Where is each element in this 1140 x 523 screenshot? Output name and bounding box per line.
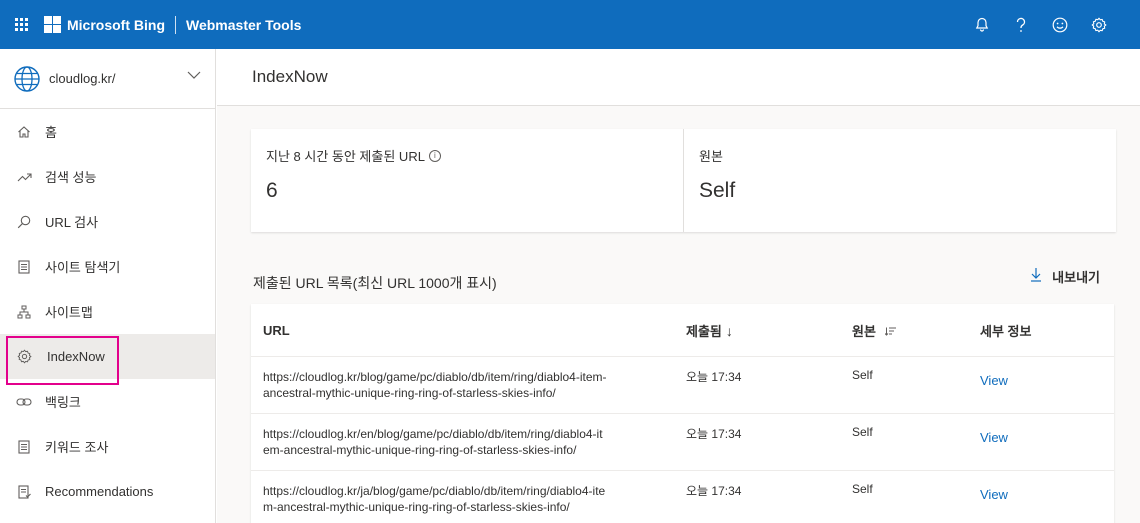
sidebar-item-label: 검색 성능 <box>45 170 97 185</box>
sidebar-item-label: IndexNow <box>47 349 105 364</box>
url-cell: https://cloudlog.kr/ja/blog/game/pc/diab… <box>251 471 686 515</box>
url-line: https://cloudlog.kr/ja/blog/game/pc/diab… <box>263 484 606 498</box>
sidebar-item-label: 키워드 조사 <box>45 440 109 455</box>
sidebar-item-search-performance[interactable]: 검색 성능 <box>0 154 215 199</box>
view-details-link[interactable]: View <box>980 430 1008 445</box>
product-name[interactable]: Webmaster Tools <box>186 17 301 33</box>
stat-value: Self <box>699 179 736 202</box>
chevron-down-icon[interactable] <box>187 71 201 79</box>
table-row: https://cloudlog.kr/blog/game/pc/diablo/… <box>251 357 1114 414</box>
column-header-submitted[interactable]: 제출됨 ↓ <box>686 321 852 340</box>
top-bar: Microsoft Bing Webmaster Tools <box>0 0 1140 49</box>
source-cell: Self <box>852 425 873 439</box>
site-name: cloudlog.kr/ <box>49 71 116 86</box>
info-icon[interactable]: i <box>428 149 441 162</box>
table-header: URL 제출됨 ↓ 원본 세부 정보 <box>251 304 1114 357</box>
stat-label: 원본 <box>699 149 723 164</box>
column-header-label: 제출됨 <box>686 323 722 339</box>
column-header-label: 원본 <box>852 323 876 339</box>
sitemap-icon <box>16 304 32 320</box>
stat-label: 지난 8 시간 동안 제출된 URL <box>266 149 425 164</box>
url-cell: https://cloudlog.kr/en/blog/game/pc/diab… <box>251 414 686 458</box>
source-stat: 원본 Self <box>683 129 1116 232</box>
sidebar-item-label: 사이트맵 <box>45 305 93 320</box>
url-line: m-ancestral-mythic-unique-ring-ring-of-s… <box>263 500 570 514</box>
sidebar-item-label: URL 검사 <box>45 215 99 230</box>
document-icon <box>16 439 32 455</box>
page-title: IndexNow <box>217 49 1140 106</box>
submitted-cell: 오늘 17:34 <box>686 370 742 384</box>
app-launcher-icon[interactable] <box>0 0 42 49</box>
stat-value: 6 <box>266 179 278 202</box>
microsoft-logo-icon <box>44 16 61 33</box>
url-cell: https://cloudlog.kr/blog/game/pc/diablo/… <box>251 357 686 401</box>
sidebar-item-home[interactable]: 홈 <box>0 109 215 154</box>
trend-icon <box>16 169 32 185</box>
download-icon <box>1030 267 1042 286</box>
sidebar-item-site-explorer[interactable]: 사이트 탐색기 <box>0 244 215 289</box>
column-header-url[interactable]: URL <box>251 323 686 338</box>
submitted-count-stat: 지난 8 시간 동안 제출된 URL i 6 <box>251 129 683 232</box>
sidebar-item-label: Recommendations <box>45 484 154 499</box>
sidebar-item-label: 사이트 탐색기 <box>45 260 121 275</box>
globe-icon <box>14 65 40 92</box>
bell-icon[interactable] <box>962 0 1001 49</box>
table-row: https://cloudlog.kr/en/blog/game/pc/diab… <box>251 414 1114 471</box>
sidebar-item-url-inspection[interactable]: URL 검사 <box>0 199 215 244</box>
export-button[interactable]: 내보내기 <box>1030 267 1100 286</box>
brand-name[interactable]: Microsoft Bing <box>67 17 165 33</box>
view-details-link[interactable]: View <box>980 487 1008 502</box>
sidebar: cloudlog.kr/ 홈 검색 성능 URL 검사 사이트 탐색기 사이트맵… <box>0 49 216 523</box>
search-icon <box>16 214 32 230</box>
brand-divider <box>175 15 176 34</box>
view-details-link[interactable]: View <box>980 373 1008 388</box>
home-icon <box>16 124 32 140</box>
link-icon <box>16 394 32 410</box>
submitted-cell: 오늘 17:34 <box>686 427 742 441</box>
submitted-cell: 오늘 17:34 <box>686 484 742 498</box>
gear-icon <box>16 349 32 365</box>
checklist-icon <box>16 484 32 500</box>
sort-descending-icon: ↓ <box>725 322 733 339</box>
sidebar-item-label: 홈 <box>45 125 57 140</box>
settings-icon[interactable] <box>1079 0 1118 49</box>
sidebar-item-indexnow[interactable]: IndexNow <box>0 334 215 385</box>
main-content: IndexNow 지난 8 시간 동안 제출된 URL i 6 원본 Self … <box>217 49 1140 523</box>
sidebar-item-sitemaps[interactable]: 사이트맵 <box>0 289 215 334</box>
sidebar-item-keyword-research[interactable]: 키워드 조사 <box>0 424 215 469</box>
column-header-source[interactable]: 원본 <box>852 321 980 340</box>
url-line: ancestral-mythic-unique-ring-ring-of-sta… <box>263 386 556 400</box>
stats-card: 지난 8 시간 동안 제출된 URL i 6 원본 Self <box>251 129 1116 232</box>
document-icon <box>16 259 32 275</box>
sidebar-item-backlinks[interactable]: 백링크 <box>0 379 215 424</box>
submitted-url-table: URL 제출됨 ↓ 원본 세부 정보 https://cloudlog.kr/bl… <box>251 304 1114 523</box>
url-line: https://cloudlog.kr/en/blog/game/pc/diab… <box>263 427 603 441</box>
column-header-details: 세부 정보 <box>980 323 1032 339</box>
smiley-icon[interactable] <box>1040 0 1079 49</box>
list-title: 제출된 URL 목록(최신 URL 1000개 표시) <box>253 275 497 291</box>
sidebar-item-label: 백링크 <box>45 395 81 410</box>
source-cell: Self <box>852 368 873 382</box>
sort-options-icon <box>882 327 896 339</box>
source-cell: Self <box>852 482 873 496</box>
site-selector[interactable]: cloudlog.kr/ <box>0 49 215 109</box>
help-icon[interactable] <box>1001 0 1040 49</box>
url-line: em-ancestral-mythic-unique-ring-ring-of-… <box>263 443 577 457</box>
export-label: 내보내기 <box>1052 270 1100 285</box>
url-line: https://cloudlog.kr/blog/game/pc/diablo/… <box>263 370 607 384</box>
table-row: https://cloudlog.kr/ja/blog/game/pc/diab… <box>251 471 1114 523</box>
sidebar-item-recommendations[interactable]: Recommendations <box>0 469 215 514</box>
